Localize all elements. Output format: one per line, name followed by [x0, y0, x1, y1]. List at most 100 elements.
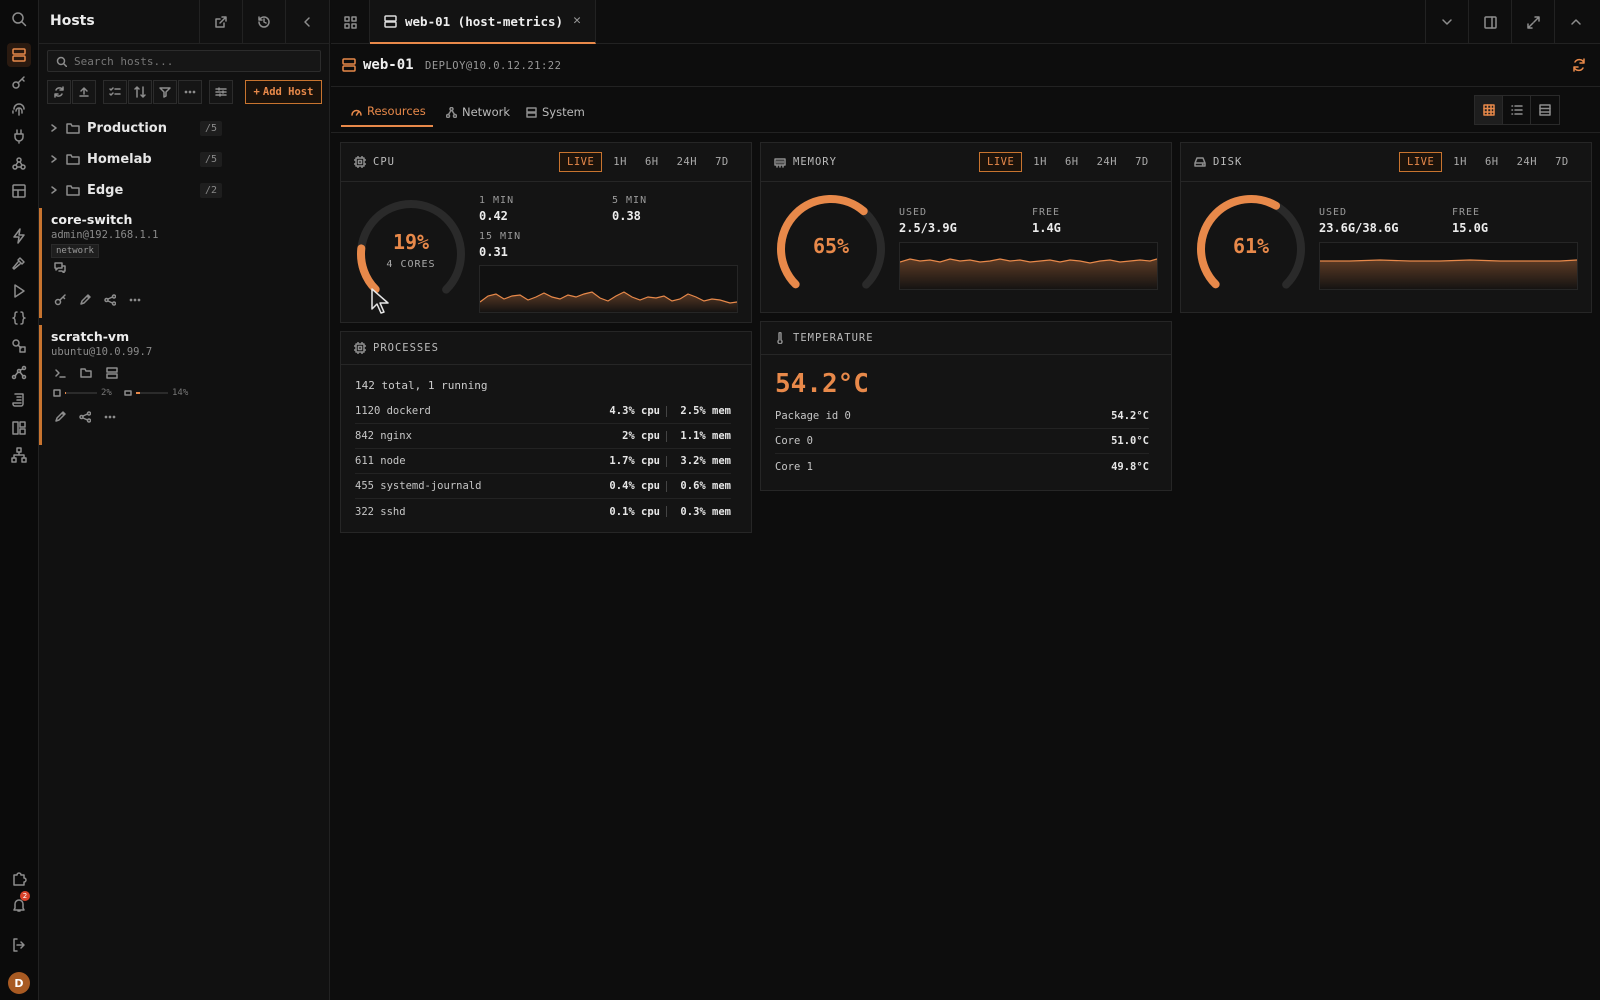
puzzle-icon[interactable] — [7, 866, 31, 890]
memory-free-value: 1.4G — [1032, 221, 1061, 235]
checklist-button[interactable] — [103, 80, 127, 104]
share-icon[interactable] — [104, 294, 116, 306]
history-button[interactable] — [242, 0, 285, 44]
refresh-icon[interactable] — [1572, 58, 1586, 72]
sensor-value: 51.0°C — [1111, 435, 1149, 447]
temperature-row: Core 0 51.0°C — [775, 429, 1149, 454]
range-1h[interactable]: 1H — [1026, 153, 1054, 171]
more-icon[interactable] — [104, 411, 116, 423]
list-view-button[interactable] — [1503, 96, 1531, 124]
process-row[interactable]: 611 node 1.7% cpu 3.2% mem — [355, 449, 731, 474]
bell-icon[interactable]: 2 — [7, 891, 31, 917]
table-view-button[interactable] — [1531, 96, 1559, 124]
group-homelab[interactable]: Homelab /5 — [39, 145, 329, 173]
key-icon[interactable] — [7, 70, 31, 94]
group-edge[interactable]: Edge /2 — [39, 176, 329, 204]
edit-icon[interactable] — [54, 411, 66, 423]
range-24h[interactable]: 24H — [670, 153, 704, 171]
collapse-sidebar-button[interactable] — [285, 0, 328, 44]
group-production[interactable]: Production /5 — [39, 114, 329, 142]
share-icon[interactable] — [79, 411, 91, 423]
edit-icon[interactable] — [79, 294, 91, 306]
range-6h[interactable]: 6H — [1478, 153, 1506, 171]
dashboard-icon[interactable] — [7, 416, 31, 440]
process-mem: 1.1% mem — [680, 430, 731, 442]
range-24h[interactable]: 24H — [1090, 153, 1124, 171]
plug-icon[interactable] — [7, 124, 31, 148]
upload-button[interactable] — [72, 80, 96, 104]
split-view-button[interactable] — [1468, 0, 1511, 44]
more-button[interactable] — [178, 80, 202, 104]
tab-network[interactable]: Network — [446, 97, 510, 127]
memory-card: MEMORY LIVE 1H 6H 24H 7D 65% USED 2.5/3.… — [760, 142, 1172, 313]
view-options-button[interactable] — [209, 80, 233, 104]
server-icon — [342, 58, 356, 72]
host-item-scratch-vm[interactable]: scratch-vm ubuntu@10.0.99.7 2% 14% — [39, 325, 329, 445]
view-mode-switch — [1474, 95, 1560, 125]
range-1h[interactable]: 1H — [606, 153, 634, 171]
shapes-icon[interactable] — [7, 334, 31, 358]
cluster-icon[interactable] — [7, 152, 31, 176]
range-7d[interactable]: 7D — [1548, 153, 1576, 171]
range-24h[interactable]: 24H — [1510, 153, 1544, 171]
server-icon[interactable] — [106, 367, 118, 379]
tab-overview-button[interactable] — [331, 0, 370, 44]
load-1min-value: 0.42 — [479, 209, 508, 223]
range-1h[interactable]: 1H — [1446, 153, 1474, 171]
range-7d[interactable]: 7D — [708, 153, 736, 171]
bolt-icon[interactable] — [7, 224, 31, 248]
add-host-button[interactable]: + Add Host — [245, 80, 322, 104]
graph-icon[interactable] — [7, 361, 31, 385]
braces-icon[interactable] — [7, 306, 31, 330]
grid-view-button[interactable] — [1475, 96, 1503, 124]
range-live[interactable]: LIVE — [979, 152, 1023, 172]
network-icon — [446, 106, 457, 118]
memory-sparkline-svg — [900, 258, 1157, 289]
scroll-icon[interactable] — [7, 388, 31, 412]
process-row[interactable]: 322 sshd 0.1% cpu 0.3% mem — [355, 499, 731, 524]
sensor-value: 49.8°C — [1111, 460, 1149, 473]
tab-resources[interactable]: Resources — [341, 97, 433, 127]
avatar[interactable]: D — [8, 972, 30, 994]
key-icon[interactable] — [54, 294, 66, 306]
process-row[interactable]: 842 nginx 2% cpu 1.1% mem — [355, 424, 731, 449]
range-live[interactable]: LIVE — [559, 152, 603, 172]
fingerprint-icon[interactable] — [7, 97, 31, 121]
tab-web-01[interactable]: web-01 (host-metrics) ✕ — [370, 0, 596, 44]
sort-button[interactable] — [128, 80, 152, 104]
process-row[interactable]: 455 systemd-journald 0.4% cpu 0.6% mem — [355, 474, 731, 499]
collapse-button[interactable] — [1554, 0, 1597, 44]
time-range-selector: LIVE 1H 6H 24H 7D — [979, 152, 1156, 172]
process-row[interactable]: 1120 dockerd 4.3% cpu 2.5% mem — [355, 399, 731, 424]
search-input[interactable] — [74, 54, 304, 68]
play-icon[interactable] — [7, 279, 31, 303]
network-icon[interactable] — [7, 443, 31, 467]
more-icon[interactable] — [129, 294, 141, 306]
logout-icon[interactable] — [7, 933, 31, 957]
open-external-button[interactable] — [199, 0, 242, 44]
refresh-button[interactable] — [47, 80, 71, 104]
search-icon[interactable] — [7, 7, 31, 31]
temperature-card: TEMPERATURE 54.2°C Package id 0 54.2°C C… — [760, 321, 1172, 491]
layout-icon[interactable] — [7, 179, 31, 203]
host-item-core-switch[interactable]: core-switch admin@192.168.1.1 network — [39, 208, 329, 318]
chat-icon[interactable] — [54, 262, 66, 273]
group-count: /5 — [200, 120, 223, 136]
range-live[interactable]: LIVE — [1399, 152, 1443, 172]
maximize-button[interactable] — [1511, 0, 1554, 44]
mem-mini-fill — [136, 392, 141, 394]
process-name: 455 systemd-journald — [355, 480, 482, 492]
terminal-icon[interactable] — [54, 367, 66, 379]
close-icon[interactable]: ✕ — [573, 13, 581, 28]
range-6h[interactable]: 6H — [638, 153, 666, 171]
cpu-icon — [354, 342, 366, 354]
tab-system[interactable]: System — [526, 97, 585, 127]
tabs-dropdown-button[interactable] — [1425, 0, 1468, 44]
range-7d[interactable]: 7D — [1128, 153, 1156, 171]
folder-icon — [66, 123, 80, 134]
hammer-icon[interactable] — [7, 251, 31, 275]
filter-button[interactable] — [153, 80, 177, 104]
hosts-icon[interactable] — [7, 43, 31, 67]
range-6h[interactable]: 6H — [1058, 153, 1086, 171]
folder-icon[interactable] — [80, 367, 92, 379]
